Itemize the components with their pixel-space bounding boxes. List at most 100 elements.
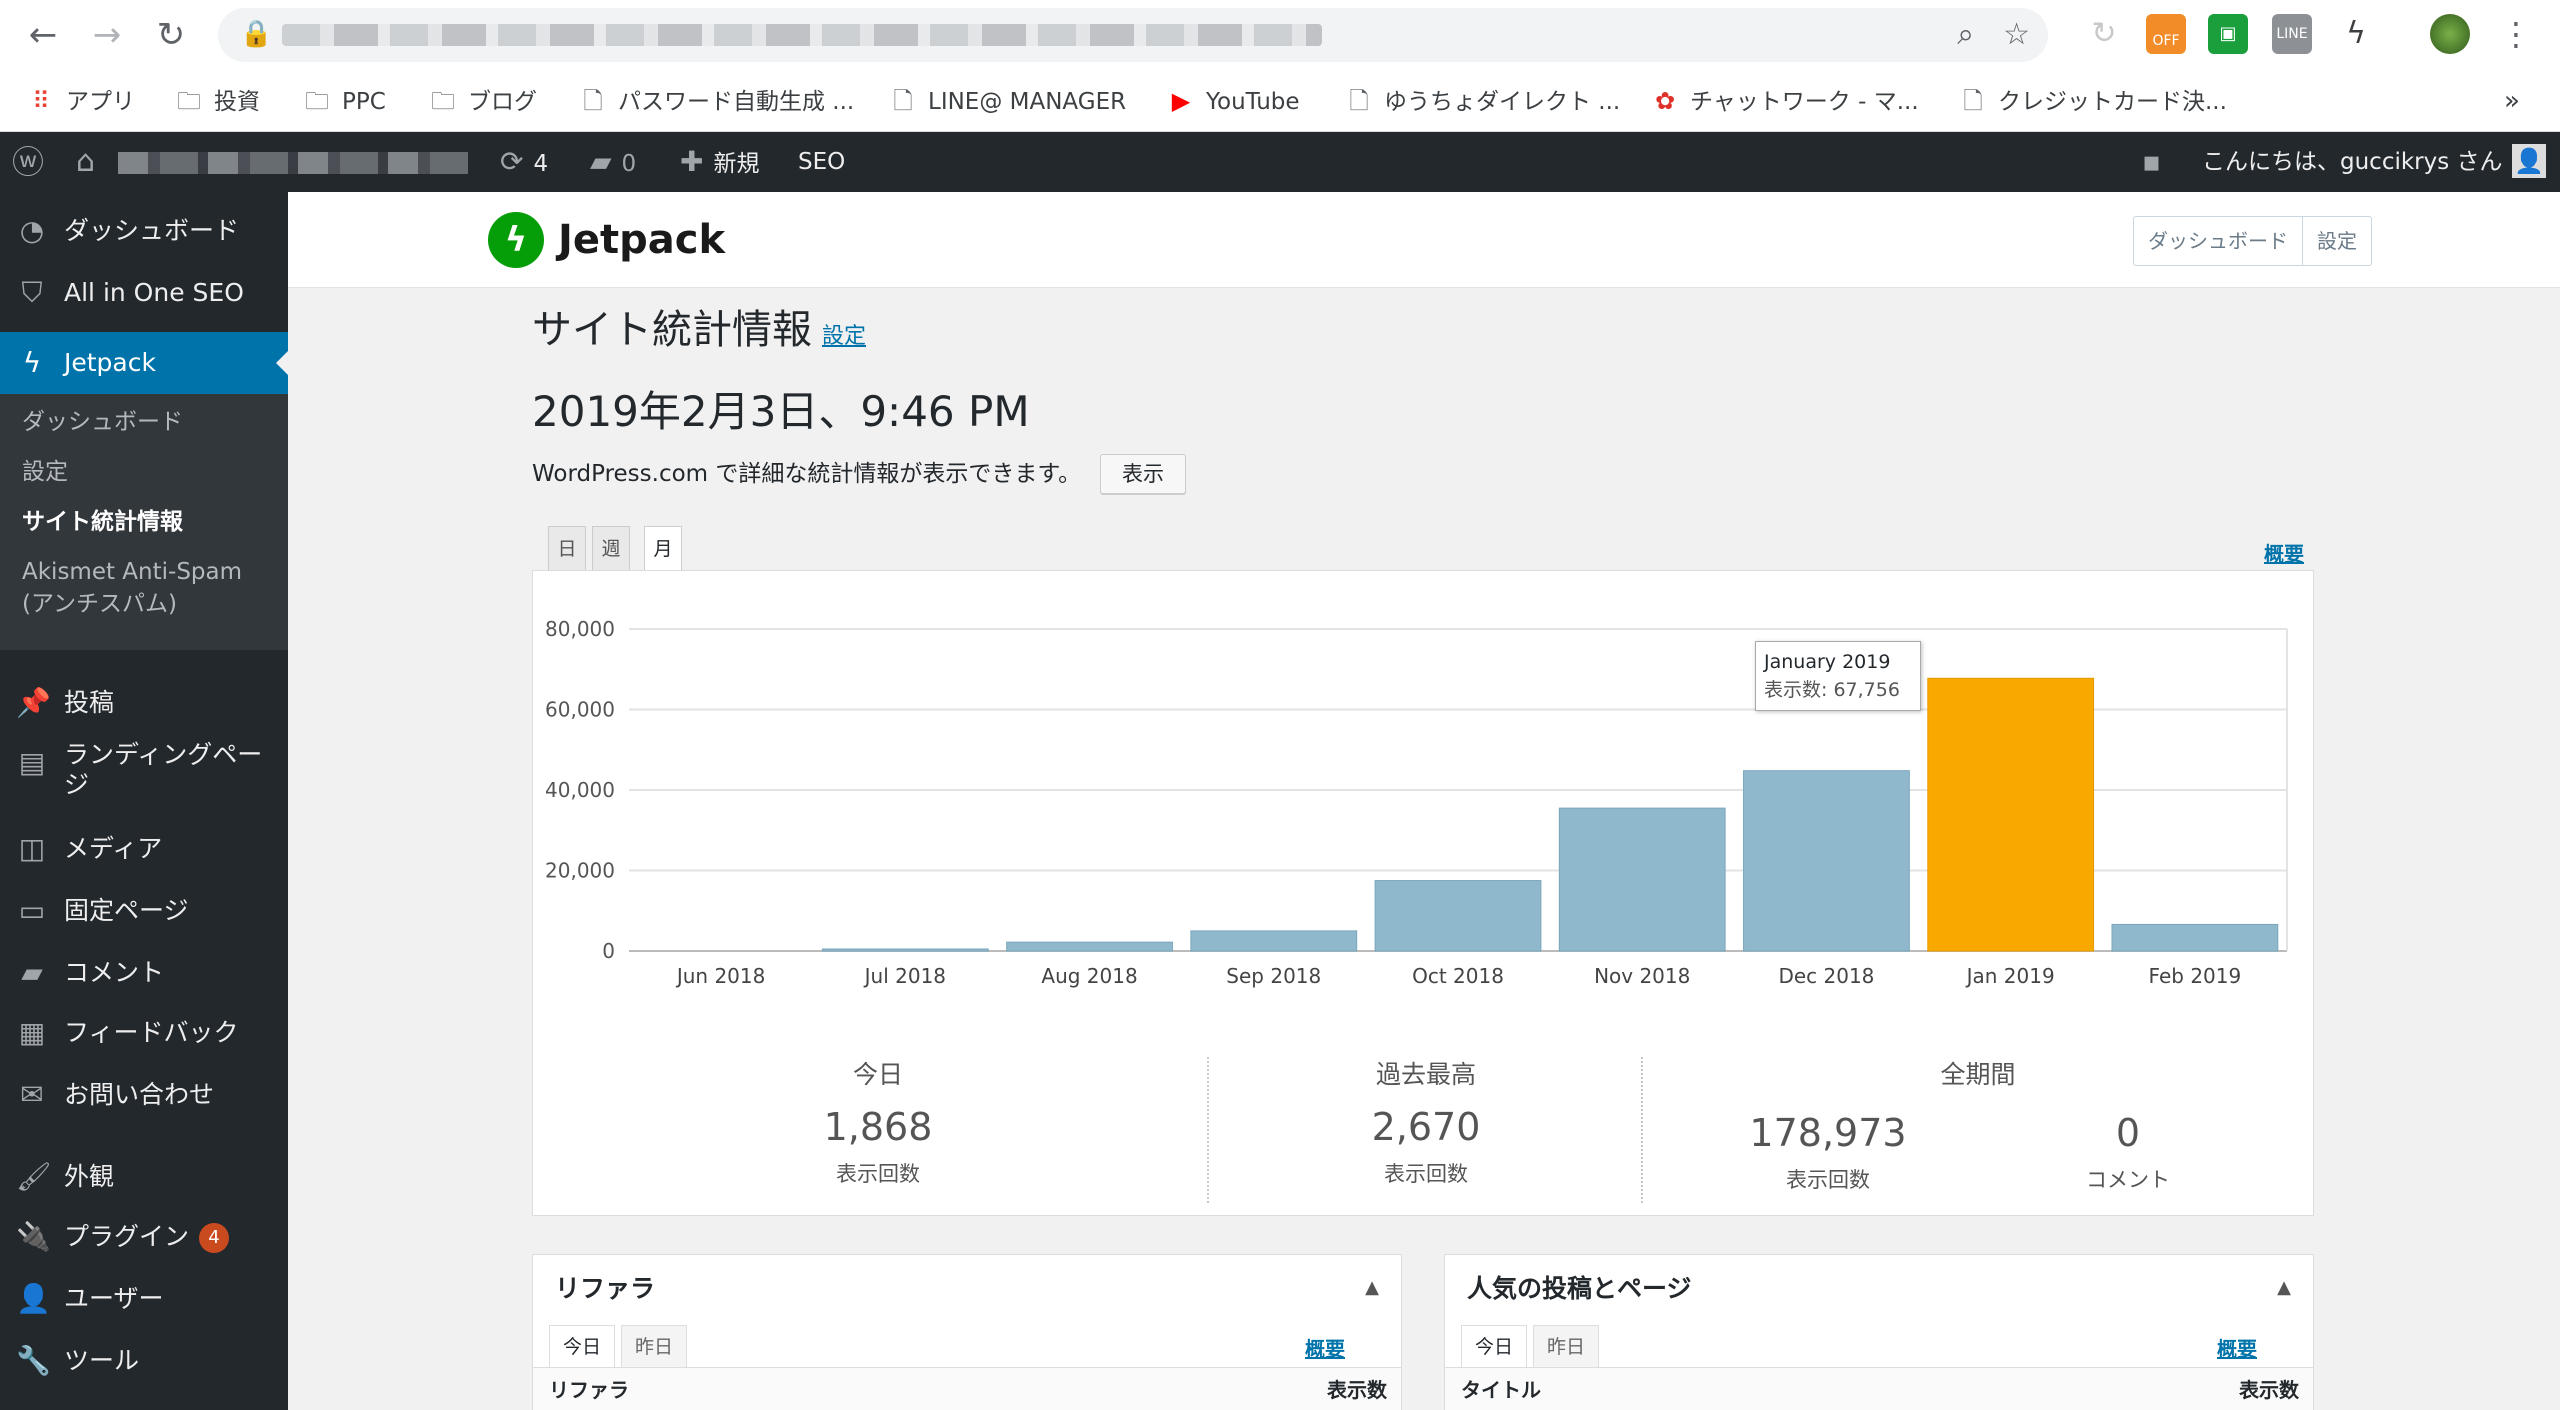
popular-overview-link[interactable]: 概要 [2217, 1333, 2257, 1362]
submenu-site-stats[interactable]: サイト統計情報 [22, 506, 183, 538]
submenu-dashboard[interactable]: ダッシュボード [22, 406, 183, 438]
sidebar-item-all-in-one-seo[interactable]: ⛉ All in One SEO [0, 262, 288, 324]
tooltip-title: January 2019 [1764, 651, 1891, 673]
sidebar-item-landing-pages[interactable]: ▤ ランディングページ [0, 732, 288, 812]
plus-icon: ✚ [680, 145, 704, 178]
tab-month[interactable]: 月 [644, 526, 682, 571]
user-avatar-icon[interactable]: 👤 [2512, 144, 2546, 178]
bookmark-youtube[interactable]: ▶ YouTube [1166, 84, 1300, 118]
referrers-title: リファラ [555, 1274, 656, 1303]
show-button[interactable]: 表示 [1100, 454, 1186, 494]
sidebar-item-feedback[interactable]: ▦ フィードバック [0, 1002, 288, 1064]
jetpack-nav-settings[interactable]: 設定 [2302, 217, 2371, 265]
seo-menu[interactable]: SEO [798, 132, 845, 192]
stat-best-unit: 表示回数 [1384, 1162, 1468, 1186]
blurred-url [282, 24, 1322, 46]
referrers-overview-link[interactable]: 概要 [1305, 1333, 1345, 1362]
profile-avatar[interactable] [2430, 14, 2470, 54]
forward-arrow-icon[interactable]: → [84, 12, 130, 58]
folder-icon: 🗀 [305, 87, 329, 115]
sidebar-item-users[interactable]: 👤 ユーザー [0, 1268, 288, 1330]
referrers-tab-yesterday[interactable]: 昨日 [621, 1325, 687, 1367]
monitor-extension-icon[interactable]: ▣ [2208, 14, 2248, 54]
off-extension-icon[interactable]: OFF [2146, 14, 2186, 54]
wp-admin-bar: ⓦ ⌂ ⟳ 4 ▰ 0 ✚ 新規 SEO ▪ こんにちは、guccikrys さん 👤 [0, 132, 2560, 192]
new-content-button[interactable]: ✚ 新規 [680, 132, 759, 192]
sidebar-item-appearance[interactable]: 🖌 外観 [0, 1146, 288, 1208]
back-arrow-icon[interactable]: ← [20, 12, 66, 58]
main-content: サイト統計情報 設定 2019年2月3日、9:46 PM WordPress.co… [288, 288, 2560, 1410]
user-greeting[interactable]: こんにちは、guccikrys さん [2202, 132, 2503, 192]
page-title: サイト統計情報 設定 [532, 307, 867, 353]
tooltip-value: 表示数: 67,756 [1764, 679, 1900, 701]
sidebar-item-dashboard[interactable]: ◔ ダッシュボード [0, 200, 288, 262]
submenu-akismet-sub[interactable]: (アンチスパム) [22, 588, 177, 620]
admin-sidebar: ◔ ダッシュボード ⛉ All in One SEO ϟ Jetpack ダッシュボー… [0, 192, 288, 1410]
sidebar-item-plugins[interactable]: 🔌 プラグイン 4 [0, 1206, 288, 1268]
bookmarks-overflow-button[interactable]: » [2504, 84, 2520, 118]
sidebar-item-pages[interactable]: ▭ 固定ページ [0, 880, 288, 942]
jetpack-icon: ϟ [22, 346, 42, 379]
bookmark-folder-investment[interactable]: 🗀 投資 [174, 84, 260, 118]
reload-icon[interactable]: ↻ [148, 12, 194, 58]
sidebar-item-contact[interactable]: ✉ お問い合わせ [0, 1064, 288, 1126]
chatwork-icon: ✿ [1654, 87, 1676, 115]
plugin-update-badge: 4 [199, 1223, 230, 1253]
popular-tab-yesterday[interactable]: 昨日 [1533, 1325, 1599, 1367]
sidebar-item-comments[interactable]: ▰ コメント [0, 942, 288, 1004]
wordpress-logo-icon[interactable]: ⓦ [12, 132, 54, 192]
x-tick-label: Nov 2018 [1594, 964, 1690, 988]
jetpack-nav-dashboard[interactable]: ダッシュボード [2134, 217, 2302, 265]
x-tick-label: Jun 2018 [675, 964, 766, 988]
stat-best-label: 過去最高 [1375, 1060, 1476, 1089]
bar [1558, 807, 1726, 952]
browser-menu-icon[interactable]: ⋮ [2496, 14, 2536, 54]
stat-best-value: 2,670 [1371, 1105, 1481, 1149]
y-tick-label: 40,000 [545, 778, 615, 802]
x-tick-label: Feb 2019 [2149, 964, 2242, 988]
page-icon: 🗋 [583, 87, 603, 115]
collapse-toggle-icon[interactable]: ▲ [1365, 1277, 1379, 1298]
referrers-tab-today[interactable]: 今日 [549, 1325, 615, 1367]
sidebar-item-tools[interactable]: 🔧 ツール [0, 1330, 288, 1392]
tab-day[interactable]: 日 [548, 526, 586, 570]
bookmark-folder-blog[interactable]: 🗀 ブログ [428, 84, 537, 118]
updates-button[interactable]: ⟳ 4 [500, 132, 548, 192]
overview-link[interactable]: 概要 [2264, 538, 2304, 567]
jetpack-logo-icon: ϟ [488, 212, 544, 268]
notification-icon[interactable]: ▪ [2142, 132, 2171, 192]
bookmark-star-icon[interactable]: ☆ [2003, 17, 2030, 52]
popular-tab-today[interactable]: 今日 [1461, 1325, 1527, 1367]
stats-settings-link[interactable]: 設定 [822, 324, 866, 349]
bookmark-line-manager[interactable]: 🗋 LINE@ MANAGER [888, 84, 1126, 118]
lightning-extension-icon[interactable]: ϟ [2336, 14, 2376, 54]
x-tick-label: Dec 2018 [1778, 964, 1874, 988]
comments-button[interactable]: ▰ 0 [590, 132, 636, 192]
submenu-settings[interactable]: 設定 [22, 456, 68, 488]
bookmark-apps[interactable]: ⠿ アプリ [26, 84, 135, 118]
bookmark-chatwork[interactable]: ✿ チャットワーク - マ... [1650, 84, 1919, 118]
sync-extension-icon[interactable]: ↻ [2084, 14, 2124, 54]
bar [1374, 880, 1542, 952]
page-icon: 🗋 [1349, 87, 1369, 115]
bookmark-yucho-direct[interactable]: 🗋 ゆうちょダイレクト ... [1344, 84, 1620, 118]
home-icon[interactable]: ⌂ [76, 132, 105, 192]
collapse-toggle-icon[interactable]: ▲ [2277, 1277, 2291, 1298]
bookmark-folder-ppc[interactable]: 🗀 PPC [302, 84, 386, 118]
stat-all-time: 全期間 [1663, 1057, 2293, 1093]
stat-all-time-views-unit: 表示回数 [1786, 1168, 1870, 1192]
zoom-icon[interactable]: ⌕ [1957, 17, 1974, 52]
blurred-site-name[interactable] [118, 152, 468, 174]
stat-divider [1207, 1057, 1209, 1203]
referrers-module: リファラ ▲ 今日 昨日 概要 リファラ 表示数 [532, 1254, 1402, 1410]
sidebar-item-jetpack[interactable]: ϟ Jetpack [0, 332, 288, 394]
submenu-akismet[interactable]: Akismet Anti-Spam [22, 556, 242, 588]
bookmark-credit-card[interactable]: 🗋 クレジットカード決... [1958, 84, 2227, 118]
sidebar-item-posts[interactable]: 📌 投稿 [0, 672, 288, 734]
folder-icon: 🗀 [177, 87, 201, 115]
tab-week[interactable]: 週 [592, 526, 630, 570]
address-bar[interactable]: 🔒 ⌕ ☆ [218, 8, 2048, 62]
bookmark-password-generator[interactable]: 🗋 パスワード自動生成 ... [578, 84, 854, 118]
line-extension-icon[interactable]: LINE [2272, 14, 2312, 54]
sidebar-item-media[interactable]: ◫ メディア [0, 818, 288, 880]
